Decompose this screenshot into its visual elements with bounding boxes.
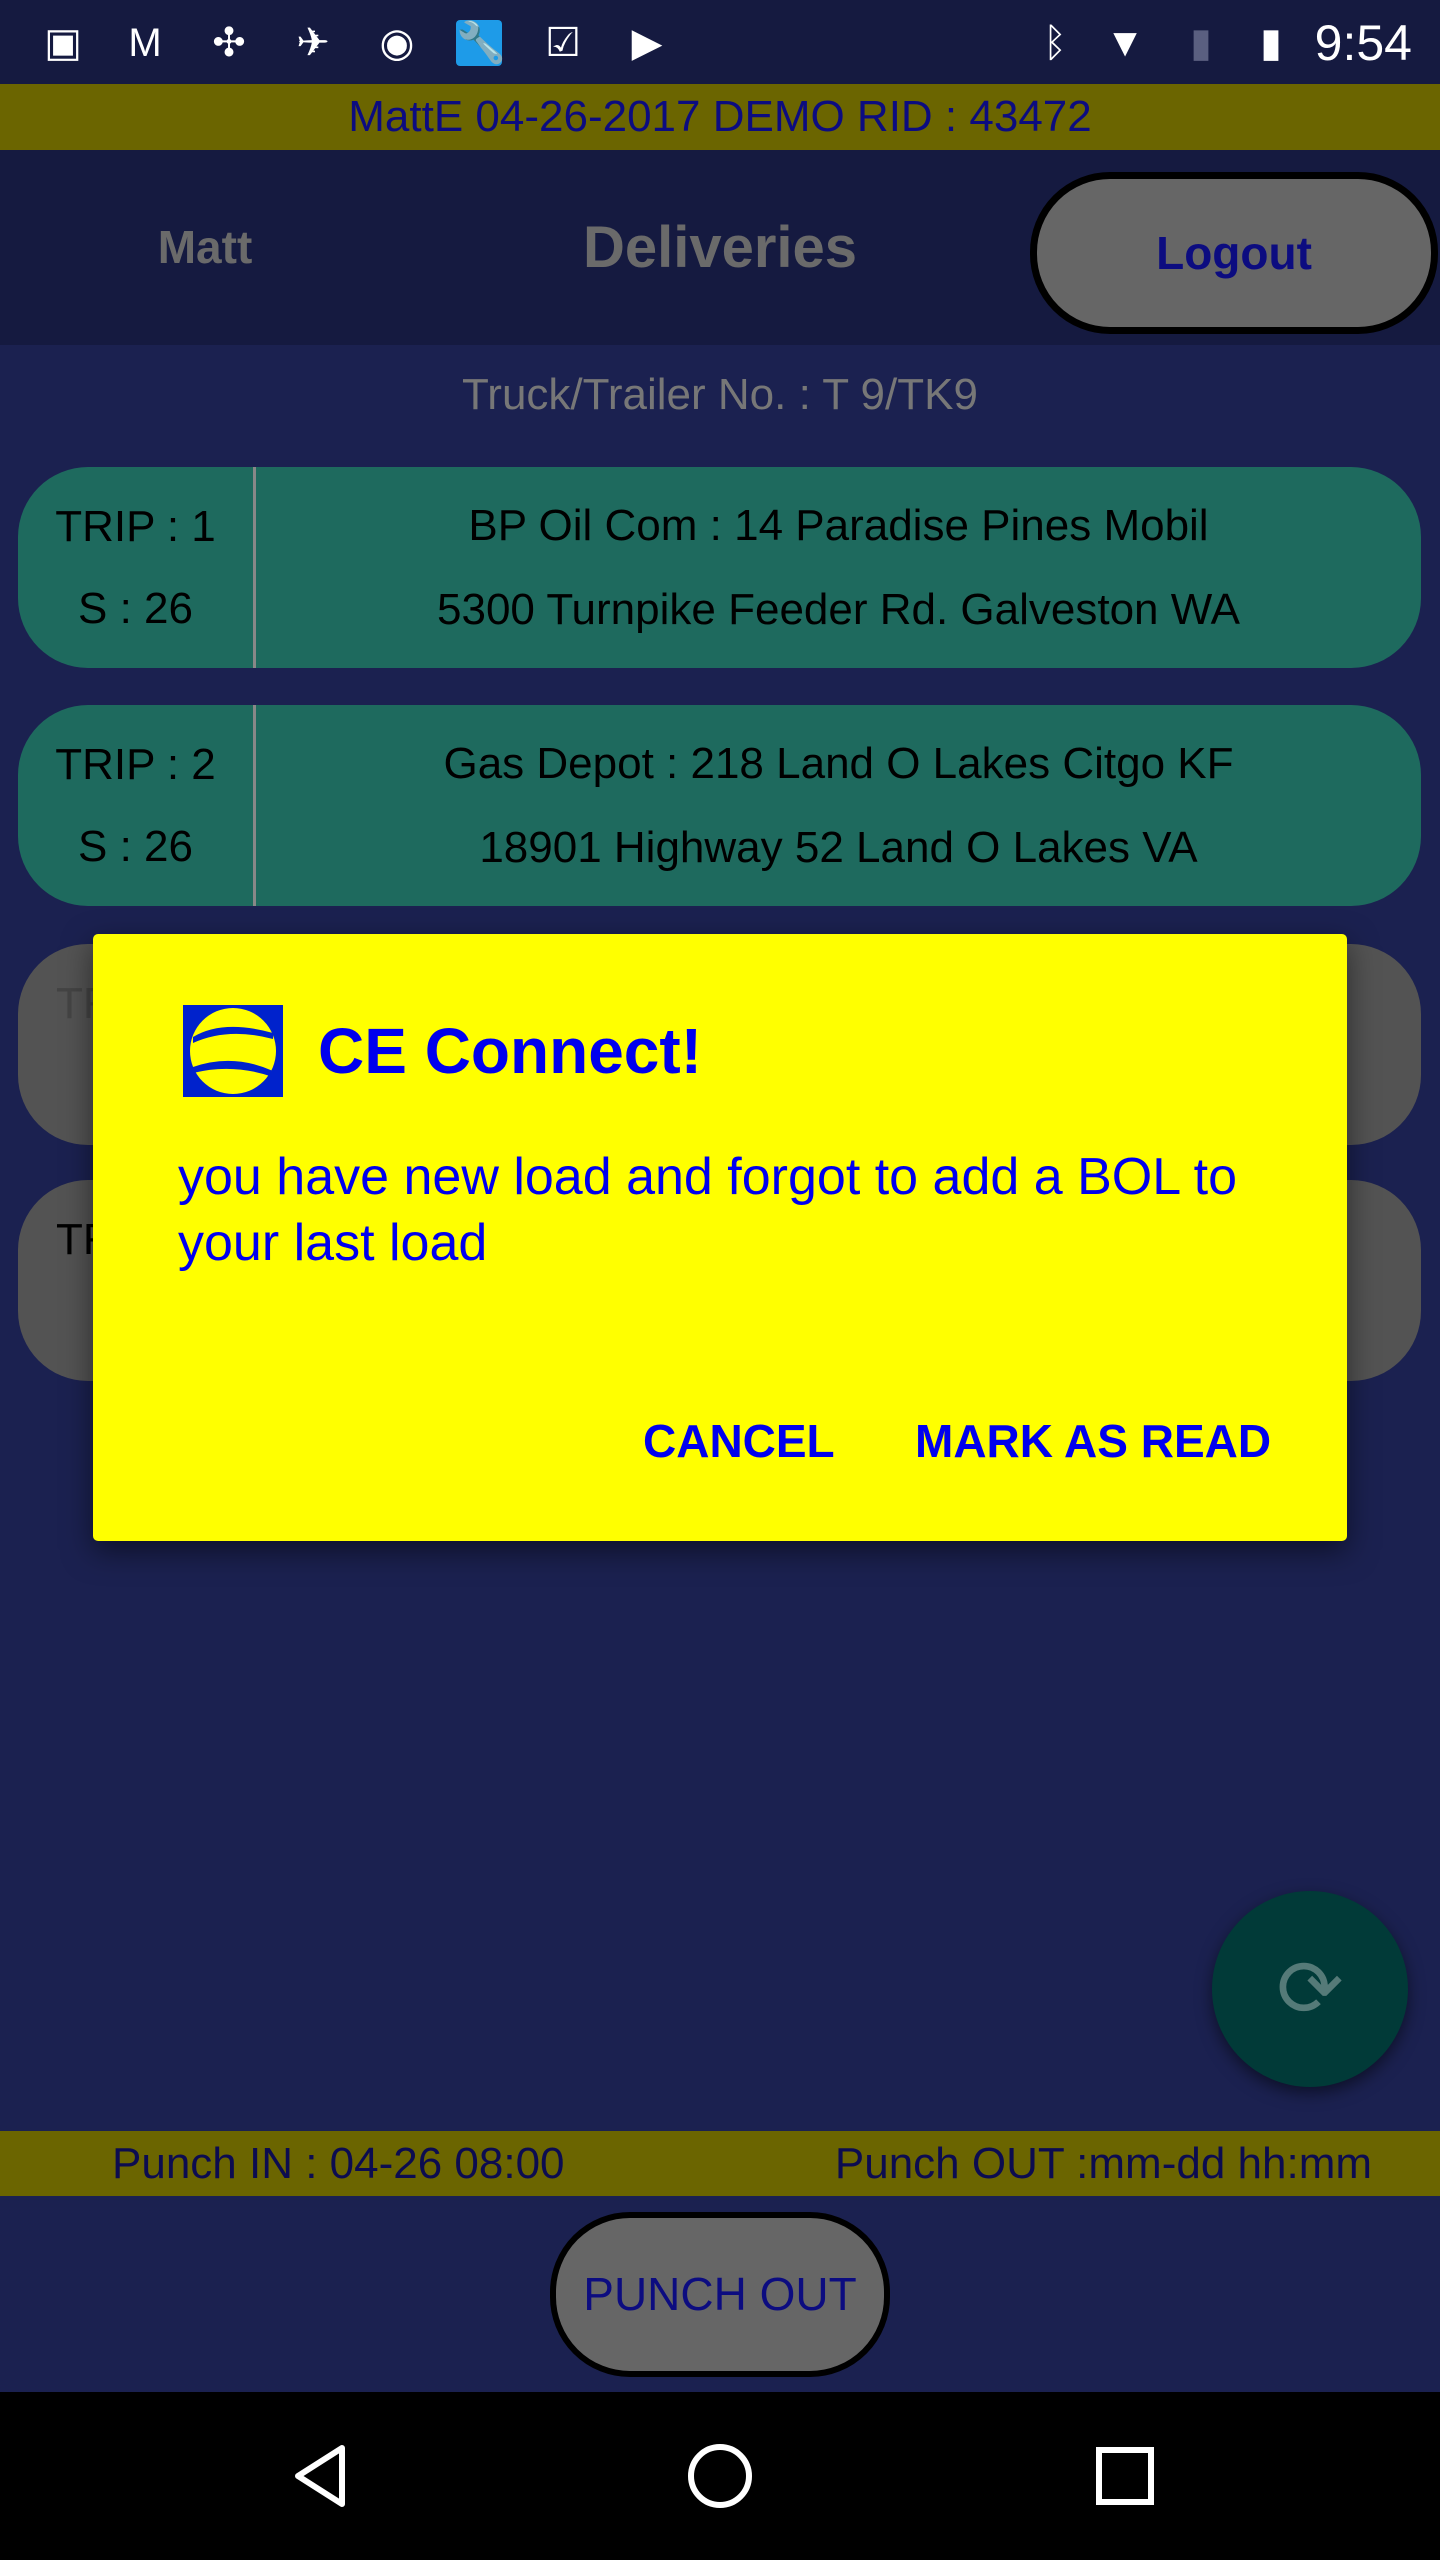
user-name: Matt <box>157 221 253 273</box>
battery-icon: ▮ <box>1259 21 1282 65</box>
no-sim-icon: ▮ <box>1189 21 1212 65</box>
alert-dialog: CE Connect! you have new load and forgot… <box>93 934 1347 1541</box>
bluetooth-icon: ᛒ <box>1043 21 1067 65</box>
sync-button[interactable]: ⟳ <box>1212 1891 1408 2087</box>
clipboard-play-icon: ▶ <box>631 21 663 65</box>
truck-trailer-label: Truck/Trailer No. : T 9/TK9 <box>462 370 978 419</box>
ce-logo-icon <box>183 1005 283 1097</box>
trip-number: TRIP : 1 <box>55 501 216 551</box>
pinwheel-icon: ✣ <box>212 21 246 65</box>
sync-icon: ⟳ <box>1276 1944 1344 2033</box>
info-band: MattE 04-26-2017 DEMO RID : 43472 <box>0 84 1440 150</box>
gmail-icon: M <box>128 21 162 65</box>
flight-icon: ✈ <box>296 21 330 65</box>
stop-number: S : 26 <box>78 821 193 871</box>
punch-band: Punch IN : 04-26 08:00 Punch OUT :mm-dd … <box>0 2131 1440 2196</box>
image-icon: ▣ <box>44 21 82 65</box>
header: Matt Deliveries Logout <box>0 150 1440 345</box>
navigation-bar <box>0 2392 1440 2560</box>
dialog-message: you have new load and forgot to add a BO… <box>178 1148 1238 1272</box>
clipboard-check-icon: ☑ <box>545 21 581 65</box>
punch-out-label: Punch OUT :mm-dd hh:mm <box>834 2139 1372 2188</box>
wrench-icon: 🔧 <box>456 20 506 66</box>
trip-customer: Gas Depot : 218 Land O Lakes Citgo KF <box>443 738 1234 788</box>
status-bar: ▣ M ✣ ✈ ◉ 🔧 ☑ ▶ ᛒ ▼ ▮ ▮ 9:54 <box>0 0 1440 84</box>
trip-customer: BP Oil Com : 14 Paradise Pines Mobil <box>468 500 1209 550</box>
logout-button[interactable]: Logout <box>1030 172 1438 334</box>
clock: 9:54 <box>1314 15 1412 71</box>
back-icon[interactable] <box>280 2436 360 2516</box>
wifi-icon: ▼ <box>1105 21 1145 65</box>
trip-card[interactable]: TRIP : 2 S : 26 Gas Depot : 218 Land O La… <box>18 705 1421 906</box>
page-title: Deliveries <box>582 215 858 280</box>
mark-as-read-button[interactable]: MARK AS READ <box>915 1414 1271 1468</box>
stop-number: S : 26 <box>78 583 193 633</box>
punch-out-button[interactable]: PUNCH OUT <box>550 2212 890 2377</box>
cancel-button[interactable]: CANCEL <box>643 1414 835 1468</box>
eye-icon: ◉ <box>379 21 415 65</box>
dialog-title: CE Connect! <box>318 1015 702 1087</box>
punch-in-label: Punch IN : 04-26 08:00 <box>112 2139 565 2188</box>
trip-number: TRIP : 2 <box>55 739 216 789</box>
trip-address: 18901 Highway 52 Land O Lakes VA <box>479 822 1198 872</box>
trip-card[interactable]: TRIP : 1 S : 26 BP Oil Com : 14 Paradise … <box>18 467 1421 668</box>
trip-address: 5300 Turnpike Feeder Rd. Galveston WA <box>437 584 1240 634</box>
home-icon[interactable] <box>680 2436 760 2516</box>
recents-icon[interactable] <box>1085 2436 1165 2516</box>
